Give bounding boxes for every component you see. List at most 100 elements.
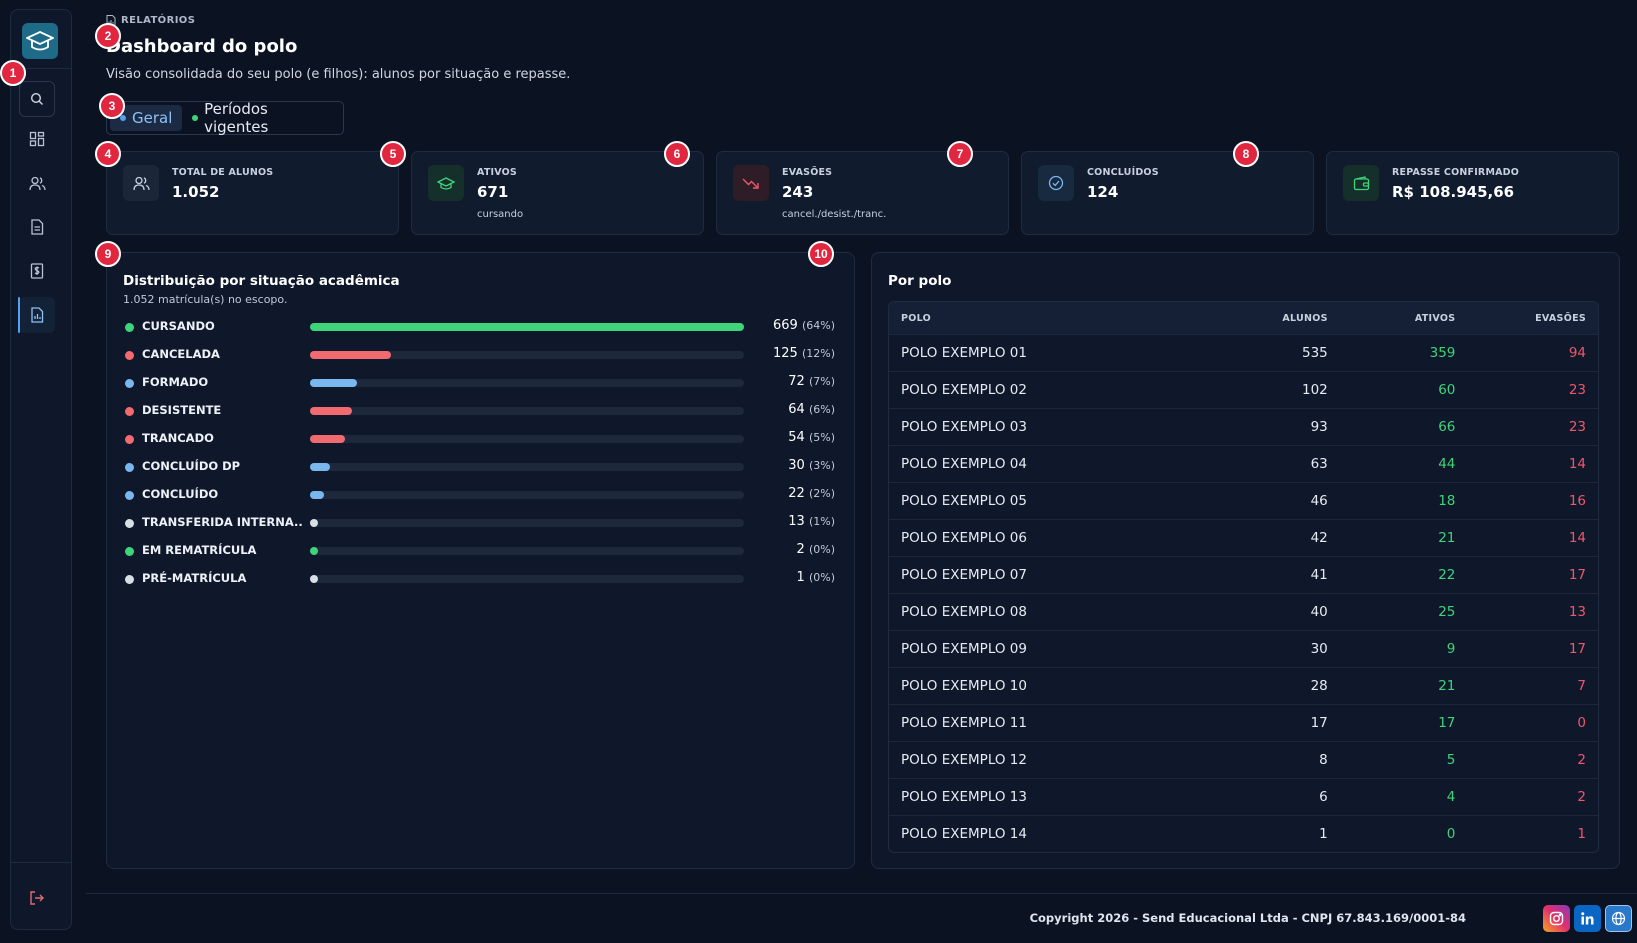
status-dot (125, 575, 134, 584)
distribution-count: 13 (788, 514, 805, 529)
cell-ativos: 21 (1438, 678, 1456, 694)
table-row[interactable]: POLO EXEMPLO 12 8 5 2 (889, 741, 1598, 778)
cell-polo: POLO EXEMPLO 13 (901, 789, 1027, 805)
cell-ativos: 359 (1429, 345, 1456, 361)
table-row[interactable]: POLO EXEMPLO 08 40 25 13 (889, 593, 1598, 630)
distribution-count: 30 (788, 458, 805, 473)
tab-periodos-vigentes[interactable]: Períodos vigentes (182, 100, 340, 136)
tab-label: Geral (132, 109, 173, 127)
table-row[interactable]: POLO EXEMPLO 10 28 21 7 (889, 667, 1598, 704)
table-row[interactable]: POLO EXEMPLO 11 17 17 0 (889, 704, 1598, 741)
kpi-value: 243 (782, 183, 814, 201)
column-header-alunos[interactable]: ALUNOS (1218, 313, 1328, 324)
distribution-bar-fill (310, 547, 318, 555)
cell-polo: POLO EXEMPLO 12 (901, 752, 1027, 768)
logo[interactable] (22, 23, 58, 59)
annotation-badge-3: 3 (99, 93, 125, 119)
table-row[interactable]: POLO EXEMPLO 05 46 18 16 (889, 482, 1598, 519)
table-row[interactable]: POLO EXEMPLO 02 102 60 23 (889, 371, 1598, 408)
por-polo-panel: Por polo POLO ALUNOS ATIVOS EVASÕES POLO… (871, 252, 1620, 869)
table-body: POLO EXEMPLO 01 535 359 94 POLO EXEMPLO 02 10… (889, 334, 1598, 852)
table-row[interactable]: POLO EXEMPLO 06 42 21 14 (889, 519, 1598, 556)
kpi-card-total-alunos: TOTAL DE ALUNOS 1.052 (106, 151, 399, 235)
kpi-icon-box (123, 165, 159, 201)
kpi-label: EVASÕES (782, 167, 833, 178)
distribution-count: 2 (796, 542, 805, 557)
annotation-badge-2: 2 (95, 23, 121, 49)
distribution-percent: (5%) (808, 431, 835, 444)
column-header-evasoes[interactable]: EVASÕES (1455, 313, 1598, 324)
cell-polo: POLO EXEMPLO 01 (901, 345, 1027, 361)
table-row[interactable]: POLO EXEMPLO 14 1 0 1 (889, 815, 1598, 852)
linkedin-icon[interactable] (1574, 905, 1601, 932)
distribution-count: 22 (788, 486, 805, 501)
distribution-row: CURSANDO 669 (64%) (123, 317, 835, 337)
column-header-polo[interactable]: POLO (889, 313, 1218, 324)
column-header-ativos[interactable]: ATIVOS (1328, 313, 1456, 324)
distribution-bar-fill (310, 323, 744, 331)
dollar-document-icon (30, 263, 44, 279)
table-row[interactable]: POLO EXEMPLO 04 63 44 14 (889, 445, 1598, 482)
distribution-label: DESISTENTE (142, 403, 222, 417)
sidebar-item-users[interactable] (19, 165, 55, 201)
grid-icon (29, 131, 45, 147)
sidebar-item-dashboard[interactable] (19, 121, 55, 157)
cell-alunos: 28 (1310, 678, 1328, 694)
cell-alunos: 41 (1310, 567, 1328, 583)
cell-ativos: 66 (1438, 419, 1456, 435)
distribution-value: 54 (5%) (788, 430, 835, 445)
distribution-bar-track (310, 379, 744, 387)
distribution-percent: (0%) (808, 543, 835, 556)
sidebar-item-reports[interactable] (18, 297, 55, 333)
distribution-bar-fill (310, 519, 318, 527)
kpi-value: R$ 108.945,66 (1392, 183, 1515, 201)
status-dot (125, 519, 134, 528)
cell-alunos: 1 (1319, 826, 1328, 842)
annotation-badge-7: 7 (947, 141, 973, 167)
table-row[interactable]: POLO EXEMPLO 13 6 4 2 (889, 778, 1598, 815)
cell-ativos: 17 (1438, 715, 1456, 731)
table-row[interactable]: POLO EXEMPLO 09 30 9 17 (889, 630, 1598, 667)
distribution-value: 2 (0%) (797, 542, 835, 557)
cell-evasoes: 14 (1568, 530, 1587, 546)
distribution-row: CONCLUÍDO DP 30 (3%) (123, 457, 835, 477)
sidebar-item-documents[interactable] (19, 209, 55, 245)
distribution-percent: (0%) (808, 571, 835, 584)
cell-ativos: 5 (1446, 752, 1456, 768)
logout-button[interactable] (19, 880, 55, 916)
distribution-value: 22 (2%) (788, 486, 835, 501)
table-row[interactable]: POLO EXEMPLO 01 535 359 94 (889, 334, 1598, 371)
sidebar-item-finance[interactable] (19, 253, 55, 289)
cell-evasoes: 2 (1577, 789, 1587, 805)
cell-alunos: 6 (1319, 789, 1328, 805)
distribution-bar-fill (310, 379, 357, 387)
kpi-label: TOTAL DE ALUNOS (172, 167, 274, 178)
distribution-bar-track (310, 435, 744, 443)
distribution-count: 1 (796, 570, 805, 585)
kpi-value: 124 (1087, 183, 1119, 201)
distribution-bar-track (310, 351, 744, 359)
kpi-icon-box (428, 165, 464, 201)
globe-icon[interactable] (1605, 905, 1632, 932)
status-dot (125, 351, 134, 360)
distribution-bar-track (310, 491, 744, 499)
cell-ativos: 25 (1438, 604, 1456, 620)
sidebar (10, 9, 72, 930)
breadcrumb: RELATÓRIOS (106, 15, 195, 26)
table-row[interactable]: POLO EXEMPLO 07 41 22 17 (889, 556, 1598, 593)
cell-evasoes: 94 (1568, 345, 1587, 361)
distribution-percent: (2%) (808, 487, 835, 500)
sidebar-search-button[interactable] (19, 81, 55, 117)
tab-label: Períodos vigentes (204, 100, 269, 136)
cell-evasoes: 1 (1577, 826, 1587, 842)
cell-ativos: 44 (1438, 456, 1456, 472)
cell-polo: POLO EXEMPLO 11 (901, 715, 1027, 731)
copyright-text: Copyright 2026 - Send Educacional Ltda -… (1029, 911, 1466, 925)
cell-evasoes: 17 (1568, 641, 1587, 657)
kpi-icon-box (1038, 165, 1074, 201)
distribution-percent: (64%) (801, 319, 835, 332)
instagram-icon[interactable] (1543, 905, 1570, 932)
breadcrumb-label: RELATÓRIOS (121, 15, 196, 26)
distribution-row: PRÉ-MATRÍCULA 1 (0%) (123, 569, 835, 589)
table-row[interactable]: POLO EXEMPLO 03 93 66 23 (889, 408, 1598, 445)
